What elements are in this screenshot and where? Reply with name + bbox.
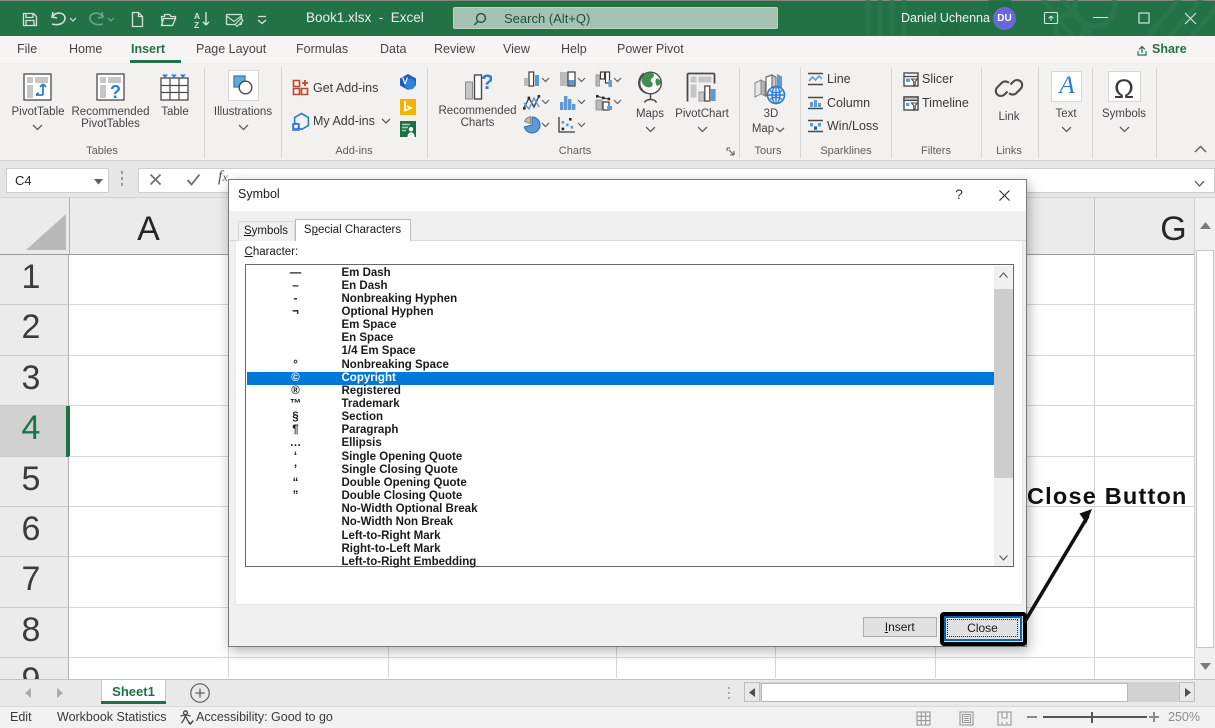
- svg-text:?: ?: [481, 72, 492, 94]
- svg-text:V: V: [402, 76, 408, 86]
- svg-text:?: ?: [110, 82, 121, 101]
- svg-text:Z: Z: [194, 20, 199, 28]
